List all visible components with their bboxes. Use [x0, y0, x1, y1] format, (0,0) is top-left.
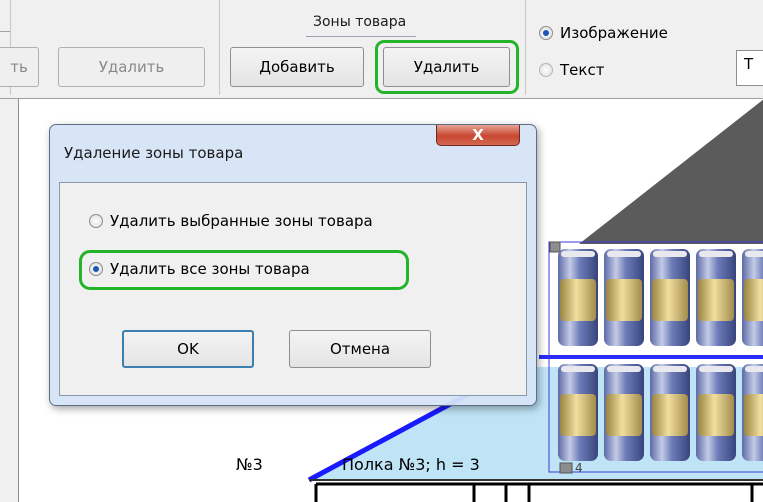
product-can: [558, 364, 598, 461]
dialog-body: Удалить выбранные зоны товара Удалить вс…: [59, 182, 527, 396]
delete-zones-dialog: Удаление зоны товара X Удалить выбранные…: [49, 124, 537, 406]
highlight-outline: [79, 250, 409, 290]
product-can: [604, 249, 644, 346]
add-button-label: ть: [10, 58, 28, 76]
delete-disabled-button[interactable]: Удалить: [58, 47, 205, 87]
delete-selected-zones-label: Удалить выбранные зоны товара: [110, 212, 373, 230]
rack-roof: [579, 99, 763, 244]
text-input[interactable]: Т: [736, 50, 763, 86]
ok-button-label: OK: [177, 340, 199, 358]
group-caption-underline: [0, 31, 10, 32]
zones-add-button-label: Добавить: [259, 58, 335, 76]
product-can: [650, 364, 690, 461]
dialog-title: Удаление зоны товара: [64, 144, 244, 162]
close-button[interactable]: X: [436, 125, 520, 146]
add-button-truncated[interactable]: ть: [0, 47, 39, 87]
zones-group-caption: Зоны товара: [313, 14, 407, 30]
cancel-button-label: Отмена: [329, 340, 391, 358]
toolbar-separator: [219, 0, 220, 95]
display-mode-image-option[interactable]: Изображение: [539, 24, 668, 42]
display-mode-text-label: Текст: [560, 61, 605, 79]
cancel-button[interactable]: Отмена: [289, 330, 431, 368]
display-mode-text-option[interactable]: Текст: [539, 61, 604, 79]
radio-unchecked-icon: [89, 214, 103, 228]
shelf-label: Полка №3; h = 3: [342, 455, 480, 474]
product-can: [742, 249, 763, 346]
group-caption-underline: [306, 36, 416, 37]
delete-disabled-button-label: Удалить: [98, 58, 165, 76]
ok-button[interactable]: OK: [122, 330, 254, 368]
shelf-number: №3: [236, 455, 263, 474]
product-can: [558, 249, 598, 346]
toolbar-separator: [525, 0, 526, 95]
zone-resize-handle[interactable]: [559, 462, 573, 474]
product-can: [696, 364, 736, 461]
text-input-value: Т: [744, 55, 754, 73]
close-icon: X: [472, 126, 484, 144]
radio-checked-icon: [539, 26, 553, 40]
display-mode-image-label: Изображение: [560, 24, 668, 42]
zones-add-button[interactable]: Добавить: [230, 47, 364, 87]
radio-unchecked-icon: [539, 63, 553, 77]
shelf-label-suffix: 4: [575, 461, 583, 475]
product-can: [604, 364, 644, 461]
product-can: [742, 364, 763, 461]
highlight-outline: [375, 40, 519, 94]
product-can: [696, 249, 736, 346]
product-can: [650, 249, 690, 346]
delete-selected-zones-option[interactable]: Удалить выбранные зоны товара: [89, 212, 373, 230]
zone-resize-handle[interactable]: [549, 241, 561, 253]
